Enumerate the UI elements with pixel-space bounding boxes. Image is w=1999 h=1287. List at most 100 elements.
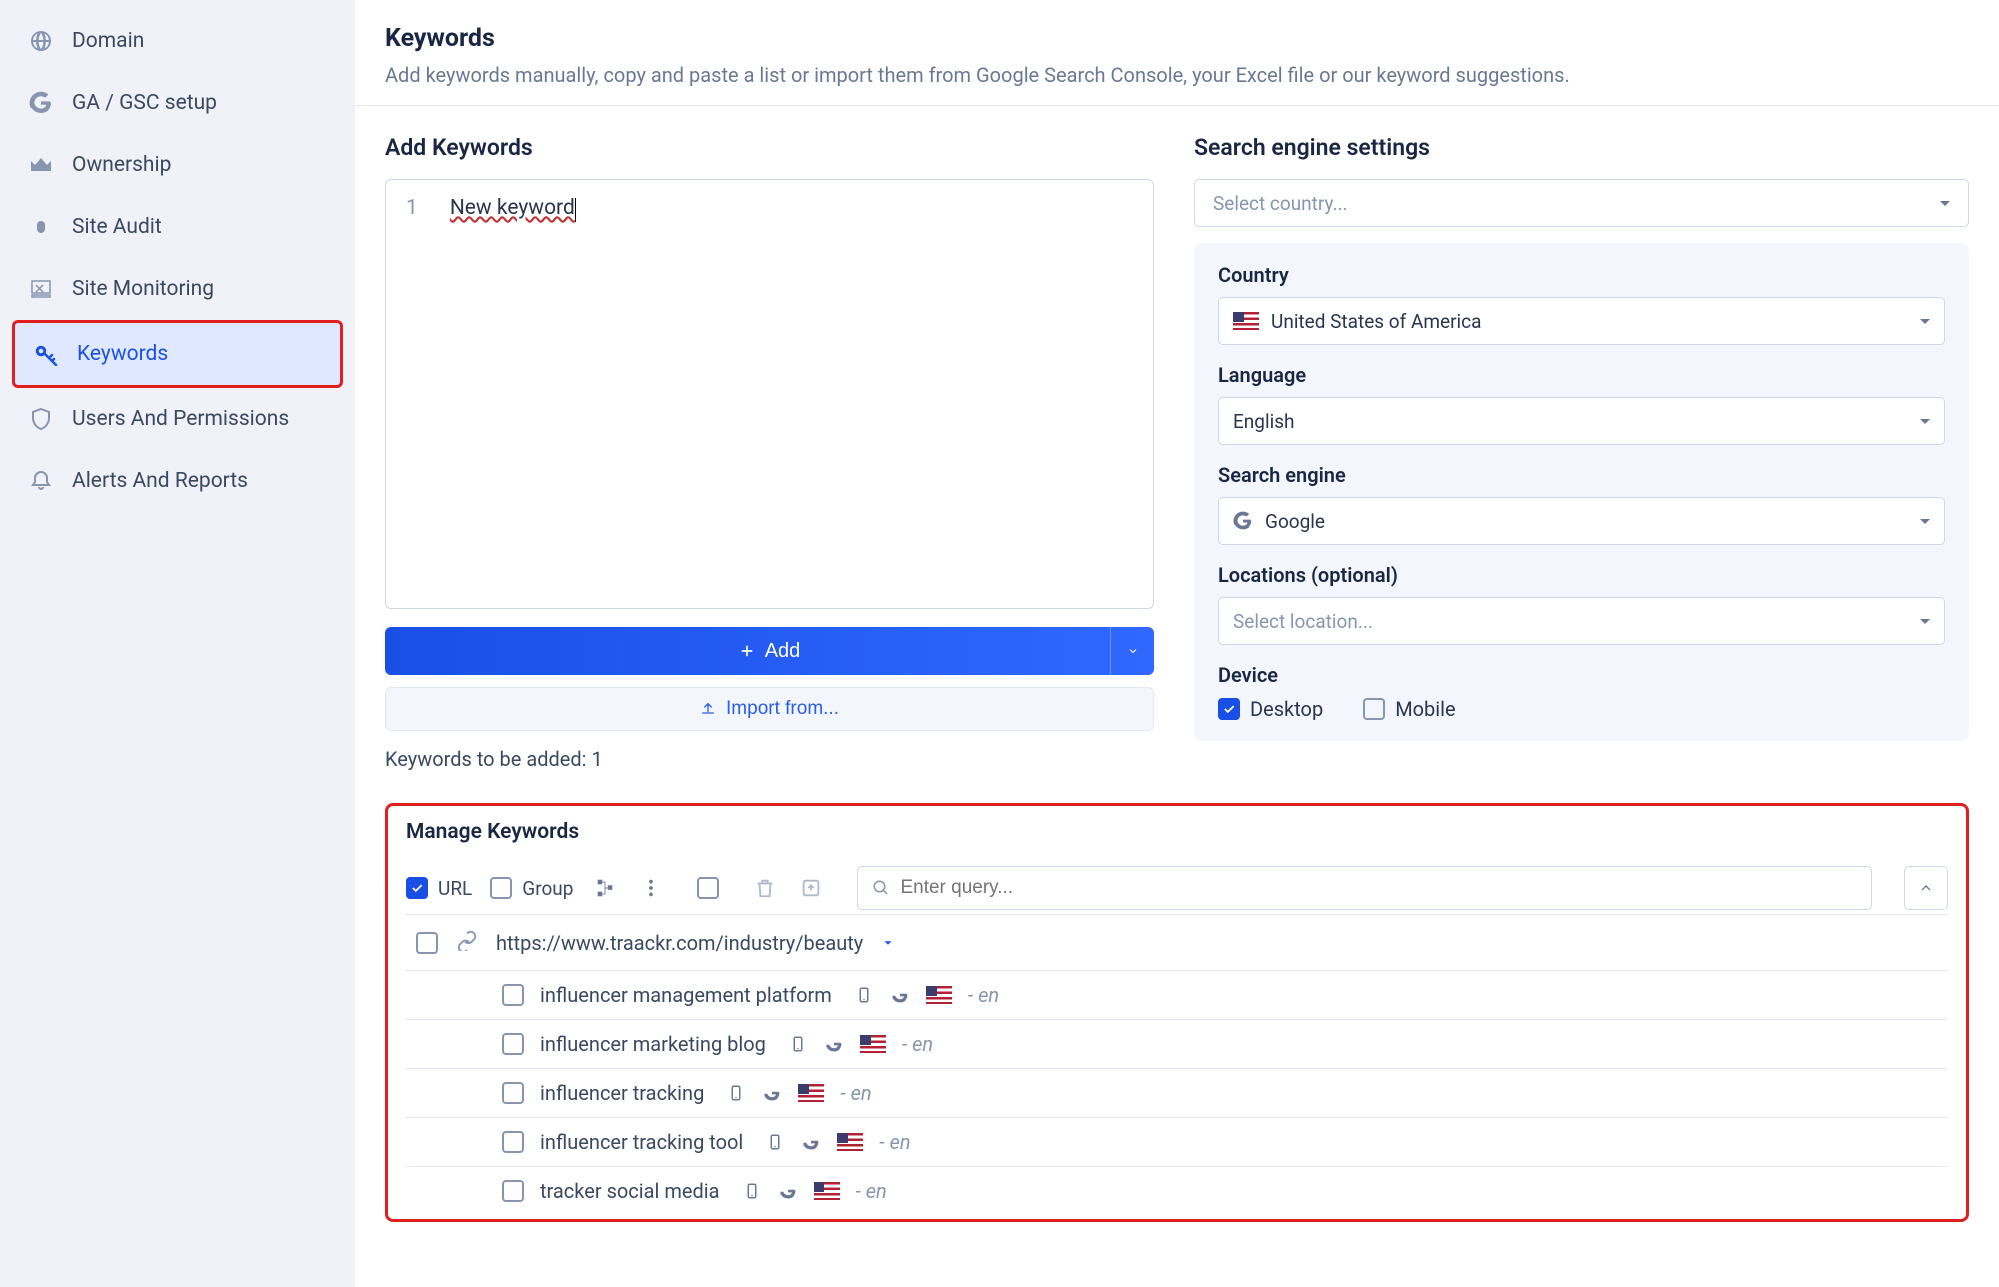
sidebar-item-label: Ownership xyxy=(72,153,171,177)
page-title: Keywords xyxy=(385,24,1969,53)
url-filter[interactable]: URL xyxy=(406,877,472,900)
keyword-row[interactable]: influencer tracking - en xyxy=(406,1068,1948,1117)
language-tag: - en xyxy=(856,1179,887,1203)
mobile-icon xyxy=(742,1181,762,1201)
device-mobile-option[interactable]: Mobile xyxy=(1363,697,1455,721)
engine-value: Google xyxy=(1265,510,1325,533)
device-desktop-option[interactable]: Desktop xyxy=(1218,697,1323,721)
keyword-row[interactable]: tracker social media - en xyxy=(406,1166,1948,1215)
flag-us-icon xyxy=(798,1084,824,1102)
mobile-label: Mobile xyxy=(1395,697,1455,721)
plus-icon xyxy=(739,643,755,659)
keyword-row[interactable]: influencer tracking tool - en xyxy=(406,1117,1948,1166)
bug-icon xyxy=(28,214,54,240)
group-filter[interactable]: Group xyxy=(490,877,573,900)
collapse-button[interactable] xyxy=(1904,866,1948,910)
more-icon[interactable] xyxy=(637,874,665,902)
chevron-down-icon xyxy=(1920,519,1930,524)
google-icon xyxy=(801,1132,821,1152)
url-checkbox[interactable] xyxy=(406,877,428,899)
search-box[interactable] xyxy=(857,866,1872,910)
group-checkbox[interactable] xyxy=(490,877,512,899)
settings-title: Search engine settings xyxy=(1194,134,1969,161)
desktop-checkbox[interactable] xyxy=(1218,698,1240,720)
sidebar-item-ownership[interactable]: Ownership xyxy=(0,134,355,196)
language-select[interactable]: English xyxy=(1218,397,1945,445)
sidebar-item-domain[interactable]: Domain xyxy=(0,10,355,72)
country-label: Country xyxy=(1218,263,1945,287)
tree-icon[interactable] xyxy=(591,874,619,902)
trash-icon[interactable] xyxy=(751,874,779,902)
language-tag: - en xyxy=(902,1032,933,1056)
flag-us-icon xyxy=(860,1035,886,1053)
upload-icon xyxy=(700,701,716,717)
add-dropdown-toggle[interactable] xyxy=(1110,627,1154,675)
editor-content: New keyword xyxy=(450,196,575,220)
desktop-label: Desktop xyxy=(1250,697,1323,721)
country-quick-select[interactable]: Select country... xyxy=(1194,179,1969,227)
sidebar-item-site-monitoring[interactable]: Site Monitoring xyxy=(0,258,355,320)
sidebar-item-alerts-reports[interactable]: Alerts And Reports xyxy=(0,450,355,512)
line-number: 1 xyxy=(406,196,418,592)
country-value: United States of America xyxy=(1271,310,1481,333)
engine-select[interactable]: Google xyxy=(1218,497,1945,545)
mobile-checkbox[interactable] xyxy=(1363,698,1385,720)
device-label: Device xyxy=(1218,663,1945,687)
chevron-down-icon xyxy=(1920,419,1930,424)
row-checkbox[interactable] xyxy=(502,984,524,1006)
chevron-down-icon[interactable] xyxy=(881,936,895,950)
mobile-icon xyxy=(726,1083,746,1103)
url-row-checkbox[interactable] xyxy=(416,932,438,954)
locations-placeholder: Select location... xyxy=(1233,610,1373,633)
add-button[interactable]: Add xyxy=(385,627,1154,675)
row-checkbox[interactable] xyxy=(502,1180,524,1202)
add-button-label: Add xyxy=(765,640,801,663)
flag-us-icon xyxy=(1233,312,1259,330)
search-icon xyxy=(872,879,890,897)
engine-label: Search engine xyxy=(1218,463,1945,487)
key-icon xyxy=(33,341,59,367)
page-header: Keywords Add keywords manually, copy and… xyxy=(355,0,1999,106)
chevron-up-icon xyxy=(1918,880,1934,896)
country-select[interactable]: United States of America xyxy=(1218,297,1945,345)
select-all-checkbox[interactable] xyxy=(697,877,719,899)
bell-icon xyxy=(28,468,54,494)
locations-select[interactable]: Select location... xyxy=(1218,597,1945,645)
keywords-count-label: Keywords to be added: 1 xyxy=(385,747,1154,771)
mobile-icon xyxy=(765,1132,785,1152)
google-icon xyxy=(762,1083,782,1103)
row-checkbox[interactable] xyxy=(502,1082,524,1104)
keyword-text: tracker social media xyxy=(540,1179,720,1203)
globe-icon xyxy=(28,28,54,54)
chevron-down-icon xyxy=(1920,319,1930,324)
monitor-icon xyxy=(28,276,54,302)
add-keywords-section: Add Keywords 1 New keyword Add Import fr… xyxy=(385,134,1154,771)
language-label: Language xyxy=(1218,363,1945,387)
keyword-text: influencer tracking tool xyxy=(540,1130,743,1154)
google-icon xyxy=(778,1181,798,1201)
search-input[interactable] xyxy=(900,877,1857,899)
keyword-row[interactable]: influencer management platform - en xyxy=(406,970,1948,1019)
text-cursor xyxy=(575,198,576,222)
sidebar-item-site-audit[interactable]: Site Audit xyxy=(0,196,355,258)
sidebar-item-label: Site Audit xyxy=(72,215,162,239)
keyword-text: influencer marketing blog xyxy=(540,1032,766,1056)
url-label: URL xyxy=(438,877,472,900)
sidebar-item-ga-gsc[interactable]: GA / GSC setup xyxy=(0,72,355,134)
row-checkbox[interactable] xyxy=(502,1033,524,1055)
sidebar-item-users-permissions[interactable]: Users And Permissions xyxy=(0,388,355,450)
flag-us-icon xyxy=(814,1182,840,1200)
sidebar-item-label: Keywords xyxy=(77,342,168,366)
import-button[interactable]: Import from... xyxy=(385,687,1154,731)
row-checkbox[interactable] xyxy=(502,1131,524,1153)
locations-label: Locations (optional) xyxy=(1218,563,1945,587)
keywords-editor[interactable]: 1 New keyword xyxy=(385,179,1154,609)
keyword-text: influencer management platform xyxy=(540,983,832,1007)
language-tag: - en xyxy=(968,983,999,1007)
export-icon[interactable] xyxy=(797,874,825,902)
sidebar-item-keywords[interactable]: Keywords xyxy=(12,320,343,388)
manage-keywords-section: Manage Keywords URL Group xyxy=(385,803,1969,1222)
keyword-row[interactable]: influencer marketing blog - en xyxy=(406,1019,1948,1068)
import-button-label: Import from... xyxy=(726,698,839,720)
url-group-row[interactable]: https://www.traackr.com/industry/beauty xyxy=(406,914,1948,970)
